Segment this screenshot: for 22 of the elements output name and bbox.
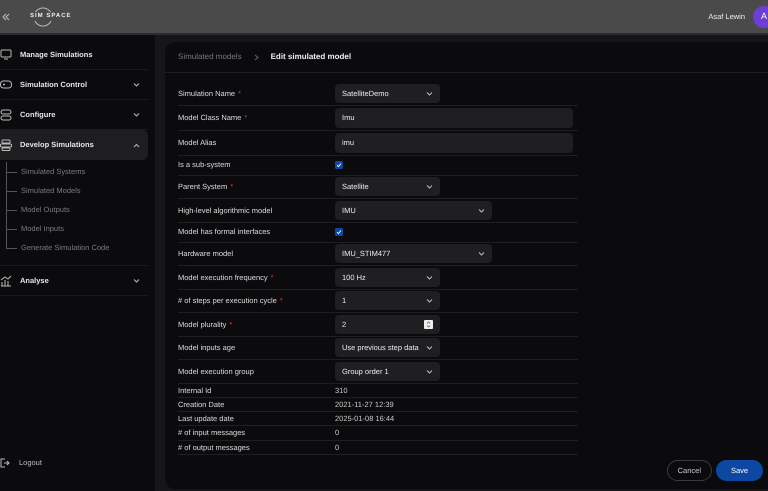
user-avatar[interactable]: A bbox=[753, 6, 768, 28]
breadcrumb-link[interactable]: Simulated models bbox=[178, 51, 242, 63]
chart-icon bbox=[0, 274, 12, 286]
chevron-down-icon bbox=[426, 274, 433, 280]
breadcrumb-current: Edit simulated model bbox=[270, 51, 352, 63]
chevron-down-icon bbox=[426, 184, 433, 190]
chevron-down-icon bbox=[478, 251, 485, 256]
spinner-icon bbox=[424, 320, 433, 329]
chevron-down-icon bbox=[426, 368, 433, 374]
chevron-down-icon bbox=[478, 208, 485, 213]
chevron-down-icon bbox=[426, 298, 433, 304]
logout-icon bbox=[0, 458, 10, 468]
chevron-down-icon bbox=[426, 90, 433, 96]
collapse-icon[interactable] bbox=[2, 12, 10, 20]
gamepad-icon bbox=[0, 78, 12, 90]
chevron-right-icon bbox=[254, 54, 259, 60]
toggles-icon bbox=[0, 108, 12, 120]
chevron-down-icon bbox=[426, 345, 433, 350]
stack-icon bbox=[0, 139, 12, 151]
checkbox[interactable] bbox=[335, 228, 343, 236]
checkbox[interactable] bbox=[335, 161, 343, 169]
monitor-icon bbox=[0, 48, 12, 60]
